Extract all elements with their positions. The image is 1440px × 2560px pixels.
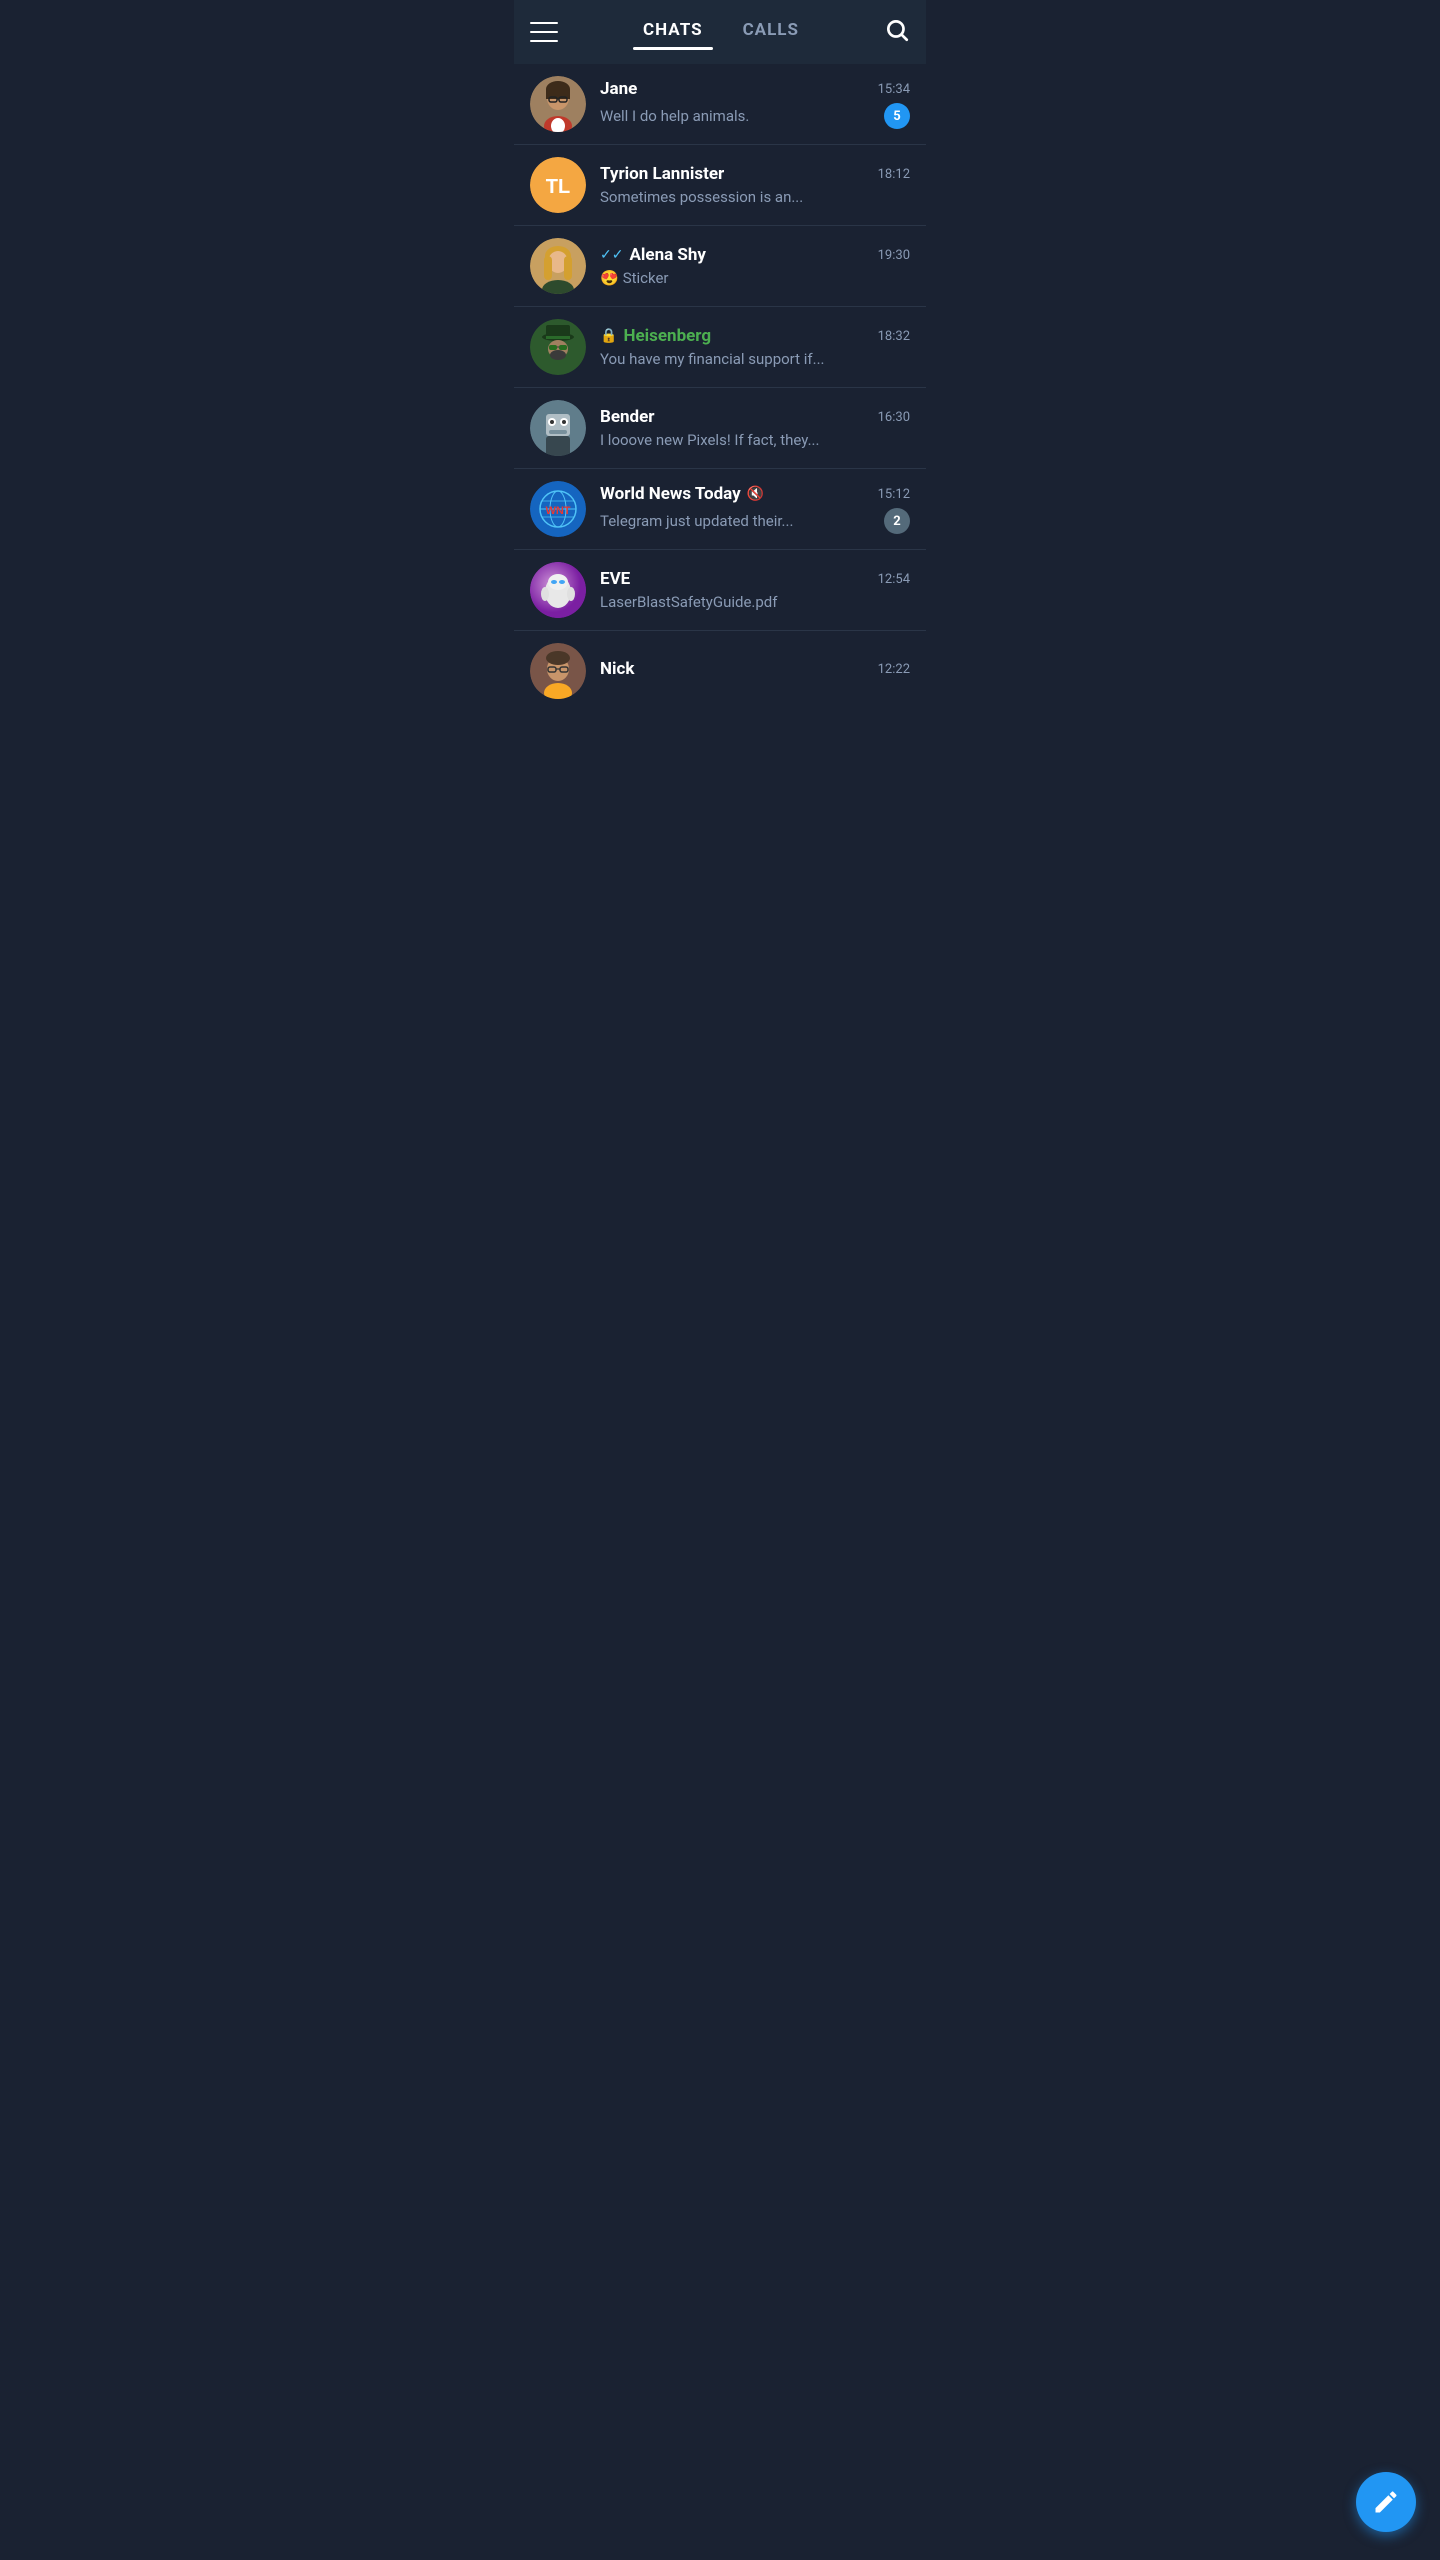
- svg-text:TL: TL: [546, 176, 570, 198]
- chat-content: ✓✓ Alena Shy 19:30 😍 Sticker: [600, 245, 910, 287]
- avatar: [530, 562, 586, 618]
- lock-icon: 🔒: [600, 328, 617, 344]
- avatar: WNT: [530, 481, 586, 537]
- chat-content: Jane 15:34 Well I do help animals. 5: [600, 79, 910, 129]
- message-time: 18:32: [878, 329, 910, 344]
- contact-name: World News Today 🔇: [600, 484, 764, 504]
- tab-bar: CHATS CALLS: [574, 20, 868, 44]
- search-button[interactable]: [884, 17, 910, 47]
- contact-name: Jane: [600, 79, 637, 99]
- message-time: 15:12: [878, 487, 910, 502]
- chat-content: Tyrion Lannister 18:12 Sometimes possess…: [600, 164, 910, 206]
- chat-content: Nick 12:22: [600, 659, 910, 683]
- list-item[interactable]: TL Tyrion Lannister 18:12 Sometimes poss…: [514, 145, 926, 226]
- list-item[interactable]: EVE 12:54 LaserBlastSafetyGuide.pdf: [514, 550, 926, 631]
- avatar: [530, 319, 586, 375]
- read-receipt-icon: ✓✓: [600, 247, 623, 263]
- list-item[interactable]: WNT World News Today 🔇 15:12 Telegram ju…: [514, 469, 926, 550]
- chat-header-row: EVE 12:54: [600, 569, 910, 589]
- message-preview: I looove new Pixels! If fact, they...: [600, 431, 910, 449]
- avatar: TL: [530, 157, 586, 213]
- message-time: 19:30: [878, 248, 910, 263]
- list-item[interactable]: 🔒 Heisenberg 18:32 You have my financial…: [514, 307, 926, 388]
- menu-button[interactable]: [530, 22, 558, 42]
- message-preview: Telegram just updated their...: [600, 512, 793, 530]
- message-time: 12:22: [878, 662, 910, 677]
- avatar: [530, 643, 586, 699]
- chat-header-row: World News Today 🔇 15:12: [600, 484, 910, 504]
- contact-name: Nick: [600, 659, 634, 679]
- message-preview: LaserBlastSafetyGuide.pdf: [600, 593, 910, 611]
- list-item[interactable]: Nick 12:22: [514, 631, 926, 711]
- tab-chats[interactable]: CHATS: [643, 20, 703, 44]
- chat-content: 🔒 Heisenberg 18:32 You have my financial…: [600, 326, 910, 368]
- avatar: [530, 238, 586, 294]
- unread-badge: 5: [884, 103, 910, 129]
- chat-header-row: Tyrion Lannister 18:12: [600, 164, 910, 184]
- avatar: [530, 400, 586, 456]
- message-time: 18:12: [878, 167, 910, 182]
- chat-header-row: Bender 16:30: [600, 407, 910, 427]
- app-header: CHATS CALLS: [514, 0, 926, 64]
- contact-name: Alena Shy: [629, 245, 706, 265]
- list-item[interactable]: Bender 16:30 I looove new Pixels! If fac…: [514, 388, 926, 469]
- avatar: [530, 76, 586, 132]
- message-time: 15:34: [878, 82, 910, 97]
- contact-name: EVE: [600, 569, 630, 589]
- contact-name: Bender: [600, 407, 655, 427]
- contact-name: 🔒 Heisenberg: [600, 326, 711, 346]
- message-preview: Well I do help animals.: [600, 107, 749, 125]
- svg-text:WNT: WNT: [545, 505, 570, 517]
- chat-header-row: Jane 15:34: [600, 79, 910, 99]
- message-time: 12:54: [878, 572, 910, 587]
- mute-icon: 🔇: [747, 486, 764, 502]
- unread-badge: 2: [884, 508, 910, 534]
- list-item[interactable]: Jane 15:34 Well I do help animals. 5: [514, 64, 926, 145]
- chat-content: Bender 16:30 I looove new Pixels! If fac…: [600, 407, 910, 449]
- chat-header-row: 🔒 Heisenberg 18:32: [600, 326, 910, 346]
- compose-button[interactable]: [1356, 2472, 1416, 2532]
- message-preview: 😍 Sticker: [600, 269, 910, 287]
- chat-header-row: Nick 12:22: [600, 659, 910, 679]
- message-time: 16:30: [878, 410, 910, 425]
- chat-content: World News Today 🔇 15:12 Telegram just u…: [600, 484, 910, 534]
- chat-header-row: ✓✓ Alena Shy 19:30: [600, 245, 910, 265]
- chat-content: EVE 12:54 LaserBlastSafetyGuide.pdf: [600, 569, 910, 611]
- message-preview: Sometimes possession is an...: [600, 188, 910, 206]
- chat-list: Jane 15:34 Well I do help animals. 5 TL …: [514, 64, 926, 711]
- list-item[interactable]: ✓✓ Alena Shy 19:30 😍 Sticker: [514, 226, 926, 307]
- contact-name: Tyrion Lannister: [600, 164, 724, 184]
- message-preview: You have my financial support if...: [600, 350, 910, 368]
- tab-calls[interactable]: CALLS: [743, 20, 799, 44]
